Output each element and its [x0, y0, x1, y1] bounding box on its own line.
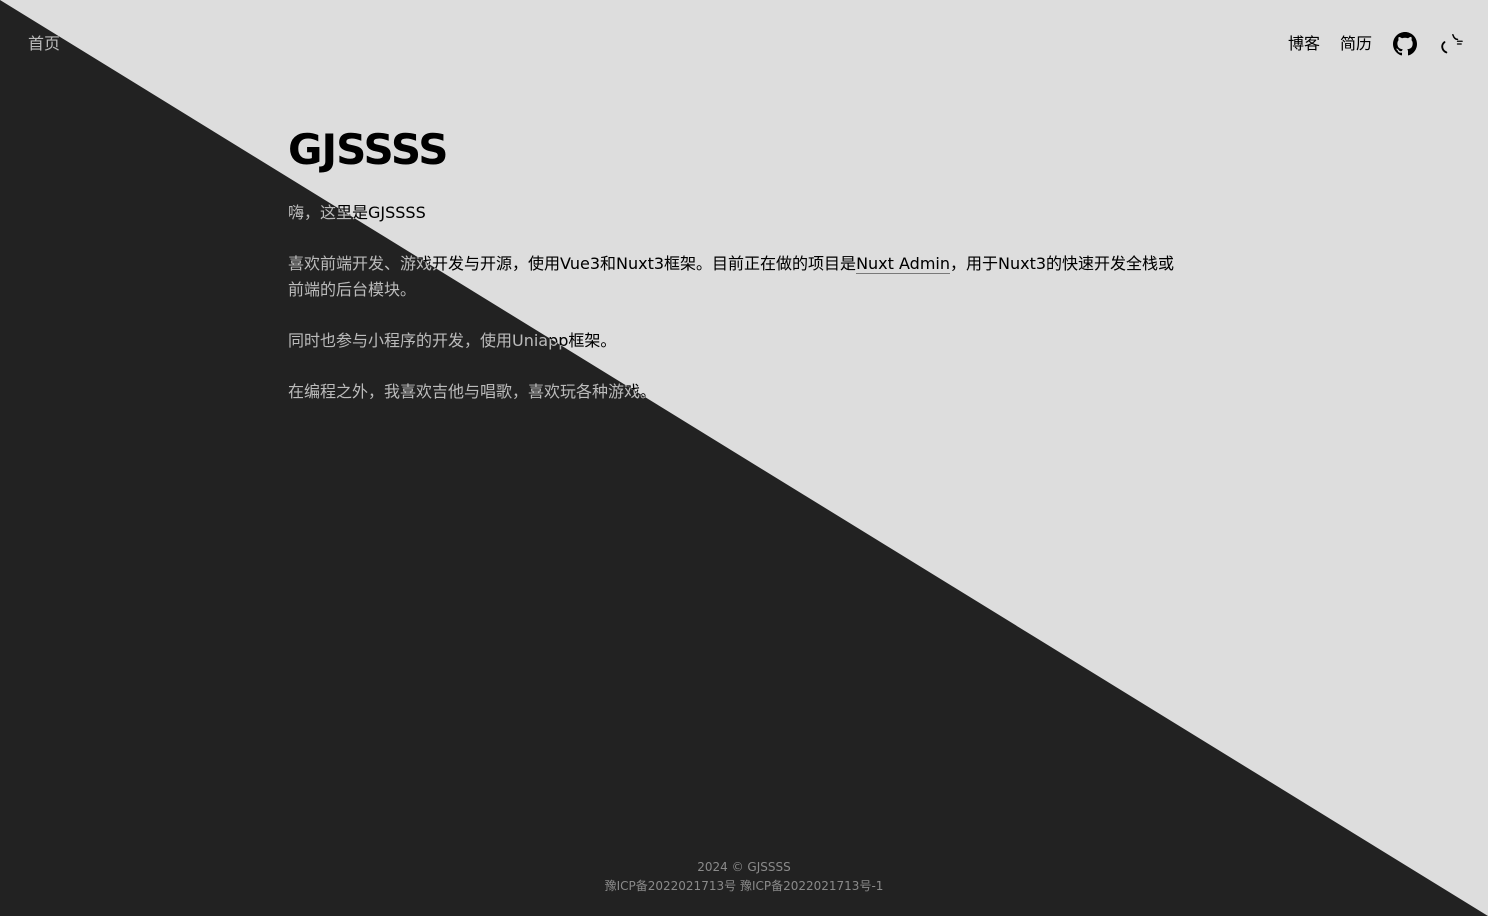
nuxt-admin-link[interactable]: Nuxt Admin — [856, 254, 950, 274]
miniprogram-paragraph: 同时也参与小程序的开发，使用Uniapp框架。 — [288, 331, 617, 350]
nav-blog-link[interactable]: 博客 — [1288, 33, 1320, 55]
content-layer: 首页 博客 简历 GJSSSS 嗨，这里是GJSSSS 喜欢前端开发、游戏开发与… — [0, 0, 1488, 916]
intro-text: 嗨，这里是GJSSSS — [288, 203, 426, 222]
theme-toggle-icon[interactable] — [1438, 31, 1464, 57]
github-icon[interactable] — [1392, 31, 1418, 57]
main-content: GJSSSS 嗨，这里是GJSSSS 喜欢前端开发、游戏开发与开源，使用Vue3… — [288, 122, 1188, 430]
about-paragraph: 喜欢前端开发、游戏开发与开源，使用Vue3和Nuxt3框架。目前正在做的项目是N… — [288, 251, 1188, 303]
moon-sparkle-icon — [1441, 33, 1463, 54]
page-title: GJSSSS — [288, 125, 448, 174]
nav-resume-link[interactable]: 简历 — [1340, 33, 1372, 55]
nav-home-link[interactable]: 首页 — [28, 33, 60, 55]
hobby-paragraph: 在编程之外，我喜欢吉他与唱歌，喜欢玩各种游戏。 — [288, 382, 657, 401]
about-text-before: 喜欢前端开发、游戏开发与开源，使用Vue3和Nuxt3框架。目前正在做的项目是 — [288, 254, 857, 273]
github-icon-glyph — [1393, 32, 1417, 56]
top-nav: 博客 简历 — [1288, 30, 1464, 58]
